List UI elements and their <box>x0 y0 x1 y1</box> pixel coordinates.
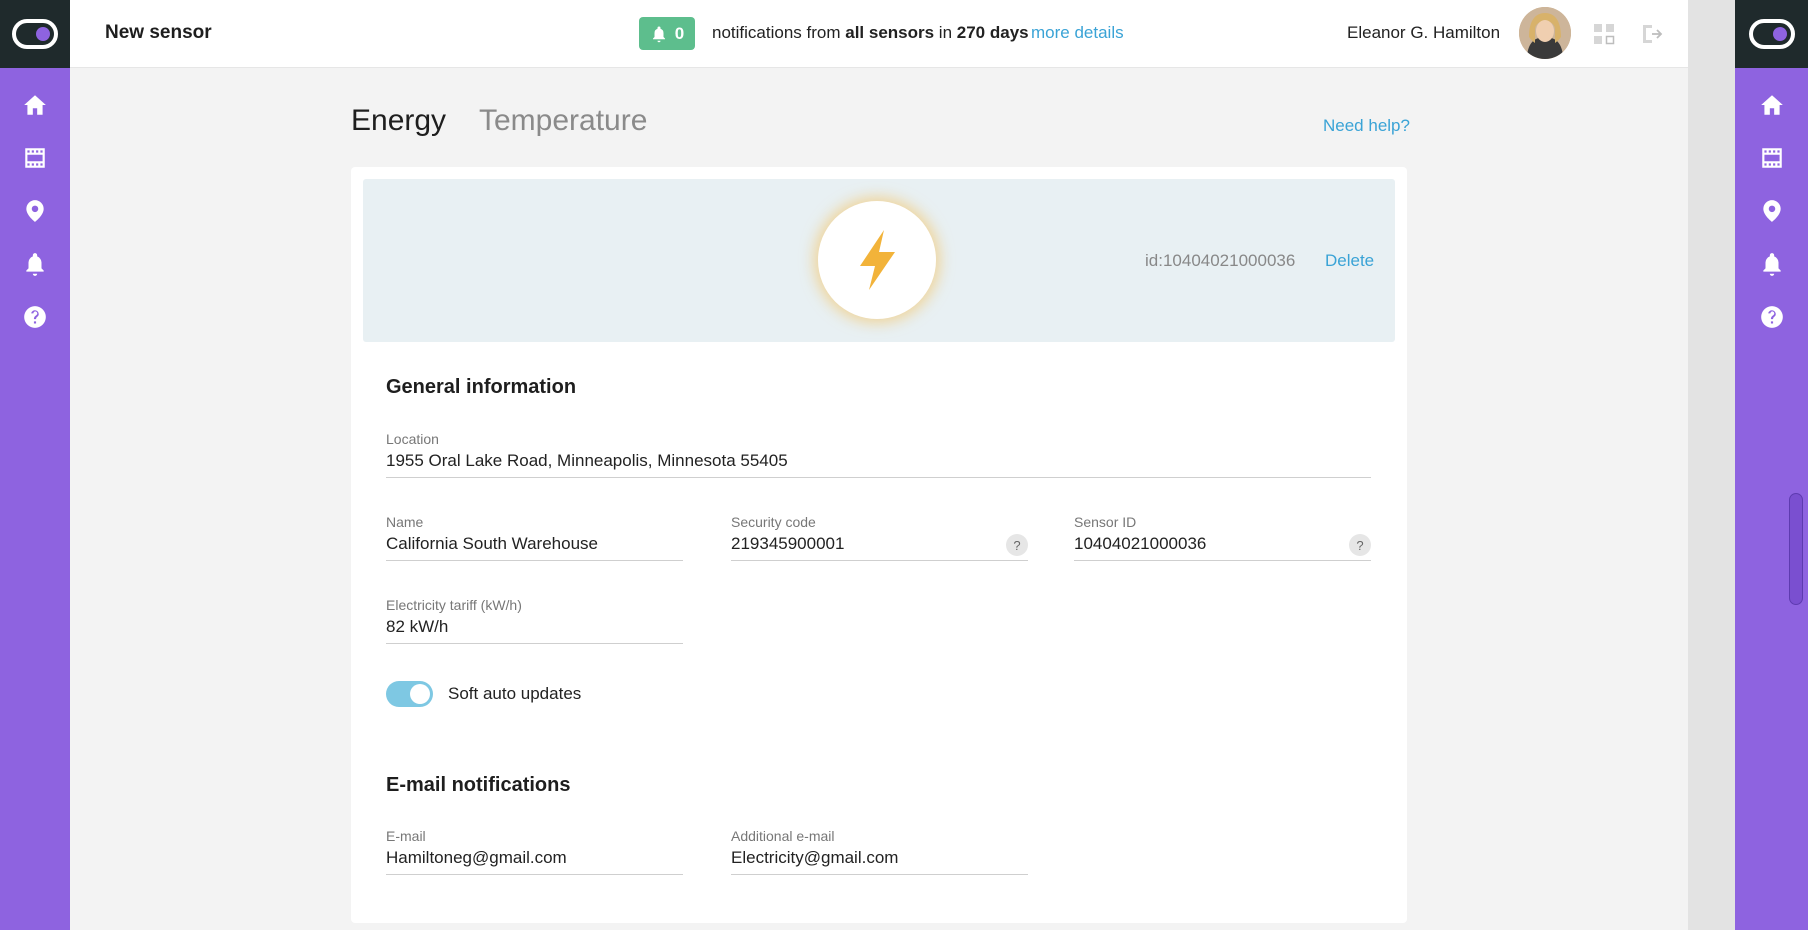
scrollbar-thumb[interactable] <box>1789 493 1803 605</box>
email-field[interactable]: E-mail Hamiltoneg@gmail.com <box>386 827 683 875</box>
name-value[interactable]: California South Warehouse <box>386 531 683 557</box>
soft-auto-updates-toggle[interactable] <box>386 681 433 707</box>
notification-scope: all sensors <box>845 23 935 42</box>
toggle-logo-icon <box>12 19 58 49</box>
help-icon <box>24 305 46 328</box>
bell-icon <box>26 252 44 276</box>
additional-email-value[interactable]: Electricity@gmail.com <box>731 845 1028 871</box>
general-information-heading: General information <box>386 376 577 398</box>
sensor-id-value[interactable]: 10404021000036 <box>1074 531 1371 557</box>
notification-count: 0 <box>674 23 685 43</box>
lightning-bolt-icon <box>860 230 895 290</box>
location-value[interactable]: 1955 Oral Lake Road, Minneapolis, Minnes… <box>386 448 1371 474</box>
bell-icon <box>652 26 665 42</box>
notification-period: 270 days <box>956 23 1029 42</box>
sidebar-item-sensors[interactable] <box>0 131 70 184</box>
electricity-tariff-value[interactable]: 82 kW/h <box>386 614 683 640</box>
top-header: New sensor 0 notifications from all sens… <box>70 0 1688 68</box>
sensor-id-field[interactable]: Sensor ID 10404021000036 ? <box>1074 513 1371 561</box>
help-icon <box>1760 305 1783 328</box>
additional-email-field[interactable]: Additional e-mail Electricity@gmail.com <box>731 827 1028 875</box>
sensor-banner: id:10404021000036 Delete <box>363 179 1395 342</box>
avatar[interactable] <box>1519 7 1571 59</box>
page-scroll-track[interactable] <box>1688 0 1735 930</box>
security-code-help-icon[interactable]: ? <box>1006 534 1028 556</box>
more-details-link[interactable]: more details <box>1031 23 1124 43</box>
sidebar-item-help[interactable] <box>1735 290 1808 343</box>
notification-text-mid: in <box>938 23 953 42</box>
location-pin-icon <box>1762 199 1781 222</box>
location-field[interactable]: Location 1955 Oral Lake Road, Minneapoli… <box>386 430 1371 478</box>
dashboard-grid-icon[interactable] <box>1593 23 1615 45</box>
sensor-list-icon <box>25 147 45 168</box>
sidebar-item-help[interactable] <box>0 290 70 343</box>
location-pin-icon <box>26 199 44 222</box>
need-help-link[interactable]: Need help? <box>1323 116 1410 136</box>
sensor-list-icon <box>1761 147 1782 168</box>
sensor-form-card: id:10404021000036 Delete General informa… <box>351 167 1407 923</box>
sidebar-item-home[interactable] <box>1735 78 1808 131</box>
email-value[interactable]: Hamiltoneg@gmail.com <box>386 845 683 871</box>
sensor-type-badge <box>818 201 936 319</box>
avatar-image <box>1519 7 1571 59</box>
electricity-tariff-label: Electricity tariff (kW/h) <box>386 597 522 613</box>
home-icon <box>1760 94 1783 115</box>
name-field[interactable]: Name California South Warehouse <box>386 513 683 561</box>
sidebar-item-notifications[interactable] <box>0 237 70 290</box>
notification-summary: notifications from all sensors in 270 da… <box>712 23 1029 43</box>
sidebar-item-locations[interactable] <box>1735 184 1808 237</box>
email-label: E-mail <box>386 828 426 844</box>
sensor-id-field-label: Sensor ID <box>1074 514 1137 530</box>
page-title: New sensor <box>105 22 212 43</box>
user-name[interactable]: Eleanor G. Hamilton <box>1347 23 1500 43</box>
right-sidebar <box>1735 0 1808 930</box>
sensor-id-label: id:10404021000036 <box>1145 251 1296 270</box>
logout-icon[interactable] <box>1640 22 1664 46</box>
electricity-tariff-field[interactable]: Electricity tariff (kW/h) 82 kW/h <box>386 596 683 644</box>
security-code-field[interactable]: Security code 219345900001 ? <box>731 513 1028 561</box>
notification-text-prefix: notifications from <box>712 23 841 42</box>
additional-email-label: Additional e-mail <box>731 828 835 844</box>
app-logo-right[interactable] <box>1735 0 1808 68</box>
name-label: Name <box>386 514 424 530</box>
tab-energy[interactable]: Energy <box>351 104 446 138</box>
tab-temperature[interactable]: Temperature <box>479 104 647 138</box>
toggle-logo-icon <box>1748 19 1795 49</box>
security-code-value[interactable]: 219345900001 <box>731 531 1028 557</box>
sensor-id-help-icon[interactable]: ? <box>1349 534 1371 556</box>
location-label: Location <box>386 431 439 447</box>
sidebar-item-sensors[interactable] <box>1735 131 1808 184</box>
notification-count-badge[interactable]: 0 <box>639 17 695 50</box>
security-code-label: Security code <box>731 514 816 530</box>
delete-button[interactable]: Delete <box>1325 251 1374 271</box>
email-notifications-heading: E-mail notifications <box>386 774 571 796</box>
sidebar-item-locations[interactable] <box>0 184 70 237</box>
app-logo[interactable] <box>0 0 70 68</box>
home-icon <box>24 94 46 115</box>
soft-auto-updates-label: Soft auto updates <box>448 684 582 703</box>
left-sidebar <box>0 0 70 930</box>
sidebar-item-home[interactable] <box>0 78 70 131</box>
bell-icon <box>1762 252 1781 276</box>
sidebar-item-notifications[interactable] <box>1735 237 1808 290</box>
